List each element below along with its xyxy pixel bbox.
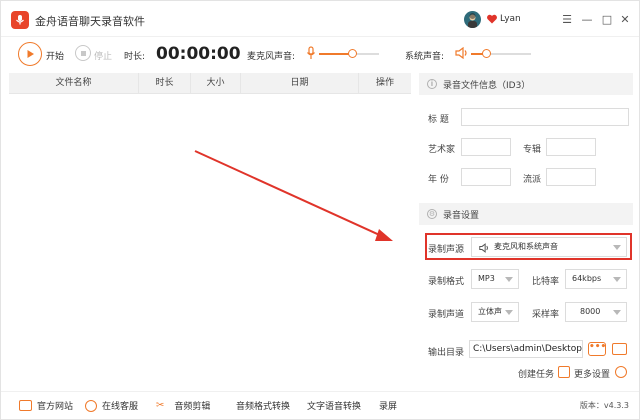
bottom-bar: 官方网站 在线客服 ✂ 音频剪辑 音频格式转换 文字语音转换 录屏 版本：v4.… — [1, 391, 639, 419]
year-field[interactable] — [461, 168, 511, 186]
album-label: 专辑 — [523, 145, 542, 155]
column-size[interactable]: 大小 — [191, 73, 241, 94]
highlight-box — [425, 233, 632, 260]
start-button[interactable] — [18, 42, 42, 66]
online-support-label: 在线客服 — [102, 402, 139, 412]
column-duration[interactable]: 时长 — [139, 73, 191, 94]
official-site-link[interactable]: 官方网站 — [19, 399, 73, 412]
genre-label: 流派 — [523, 175, 542, 185]
file-table-body[interactable] — [9, 94, 411, 384]
chevron-down-icon — [613, 310, 621, 315]
output-label: 输出目录 — [428, 348, 465, 358]
file-table-header: 文件名称 时长 大小 日期 操作 — [9, 73, 411, 94]
format-convert-label: 音频格式转换 — [236, 402, 291, 412]
format-label: 录制格式 — [428, 277, 465, 287]
avatar[interactable] — [464, 11, 481, 28]
scissors-icon: ✂ — [156, 400, 165, 411]
create-task-label[interactable]: 创建任务 — [518, 367, 554, 380]
duration-value: 00:00:00 — [156, 44, 241, 64]
app-title: 金舟语音聊天录音软件 — [35, 15, 145, 28]
samplerate-label: 采样率 — [532, 310, 560, 320]
duration-label: 时长: — [124, 52, 146, 62]
gear-icon: ⚙ — [427, 209, 437, 219]
mic-volume-slider[interactable] — [319, 38, 379, 72]
heart-icon — [486, 13, 498, 25]
speaker-icon — [455, 46, 468, 62]
column-actions[interactable]: 操作 — [359, 73, 411, 94]
edit-icon[interactable] — [558, 366, 570, 378]
format-convert-link[interactable]: 音频格式转换 — [236, 399, 290, 412]
format-value: MP3 — [478, 274, 495, 283]
audio-edit-link[interactable]: ✂ 音频剪辑 — [156, 399, 210, 412]
screen-record-link[interactable]: 录屏 — [379, 399, 397, 412]
menu-icon[interactable]: ☰ — [557, 9, 577, 29]
official-site-label: 官方网站 — [37, 402, 74, 412]
username[interactable]: Lyan — [500, 14, 521, 24]
genre-field[interactable] — [546, 168, 596, 186]
app-window: 金舟语音聊天录音软件 Lyan ☰ — □ ✕ 开始 停止 时长: 00:00:… — [0, 0, 640, 420]
bitrate-value: 64kbps — [572, 274, 602, 283]
right-panel: i 录音文件信息（ID3） 标 题 艺术家 专辑 年 份 流派 ⚙ 录音设置 录… — [419, 73, 633, 385]
audio-edit-label: 音频剪辑 — [174, 402, 211, 412]
id3-section-header: i 录音文件信息（ID3） — [419, 73, 633, 95]
channel-value: 立体声 — [478, 307, 502, 316]
close-icon[interactable]: ✕ — [615, 9, 635, 29]
tts-link[interactable]: 文字语音转换 — [307, 399, 361, 412]
start-label[interactable]: 开始 — [46, 49, 64, 62]
online-support-link[interactable]: 在线客服 — [85, 399, 138, 412]
folder-icon[interactable] — [612, 343, 627, 355]
stop-icon — [80, 50, 86, 56]
tts-label: 文字语音转换 — [307, 402, 362, 412]
title-field[interactable] — [461, 108, 629, 126]
mic-logo-icon — [11, 11, 29, 29]
headset-icon — [85, 399, 97, 412]
minimize-icon[interactable]: — — [577, 9, 597, 29]
system-volume-slider[interactable] — [471, 38, 531, 72]
channel-select[interactable]: 立体声 — [471, 302, 519, 322]
column-date[interactable]: 日期 — [241, 73, 359, 94]
mic-volume-label: 麦克风声音: — [247, 52, 296, 62]
settings-gear-icon[interactable] — [615, 366, 627, 378]
column-filename[interactable]: 文件名称 — [9, 73, 139, 94]
chevron-down-icon — [613, 277, 621, 282]
artist-field[interactable] — [461, 138, 511, 156]
stop-button[interactable] — [75, 45, 91, 61]
stop-label[interactable]: 停止 — [94, 49, 112, 62]
microphone-icon — [306, 46, 316, 63]
album-field[interactable] — [546, 138, 596, 156]
play-icon — [27, 50, 34, 58]
browse-button[interactable]: ••• — [588, 342, 606, 356]
bitrate-select[interactable]: 64kbps — [565, 269, 627, 289]
maximize-icon[interactable]: □ — [597, 9, 617, 29]
chevron-down-icon — [505, 277, 513, 282]
output-path-input[interactable]: C:\Users\admin\Desktop\ — [469, 340, 583, 358]
channel-label: 录制声道 — [428, 310, 465, 320]
year-label: 年 份 — [428, 175, 449, 185]
globe-icon — [19, 400, 32, 411]
artist-label: 艺术家 — [428, 145, 456, 155]
bitrate-label: 比特率 — [532, 277, 560, 287]
toolbar: 开始 停止 时长: 00:00:00 麦克风声音: 系统声音: — [1, 38, 639, 72]
id3-section-title: 录音文件信息（ID3） — [443, 80, 531, 91]
screen-record-label: 录屏 — [379, 402, 398, 412]
samplerate-select[interactable]: 8000 — [565, 302, 627, 322]
settings-section-header: ⚙ 录音设置 — [419, 203, 633, 225]
samplerate-value: 8000 — [580, 307, 601, 316]
more-settings-label[interactable]: 更多设置 — [574, 367, 610, 380]
chevron-down-icon — [505, 310, 513, 315]
system-volume-label: 系统声音: — [405, 52, 445, 62]
version-label: 版本：v4.3.3 — [579, 401, 629, 410]
format-select[interactable]: MP3 — [471, 269, 519, 289]
title-bar: 金舟语音聊天录音软件 Lyan ☰ — □ ✕ — [1, 1, 639, 37]
settings-section-title: 录音设置 — [443, 210, 480, 221]
info-icon: i — [427, 79, 437, 89]
title-label: 标 题 — [428, 115, 449, 125]
